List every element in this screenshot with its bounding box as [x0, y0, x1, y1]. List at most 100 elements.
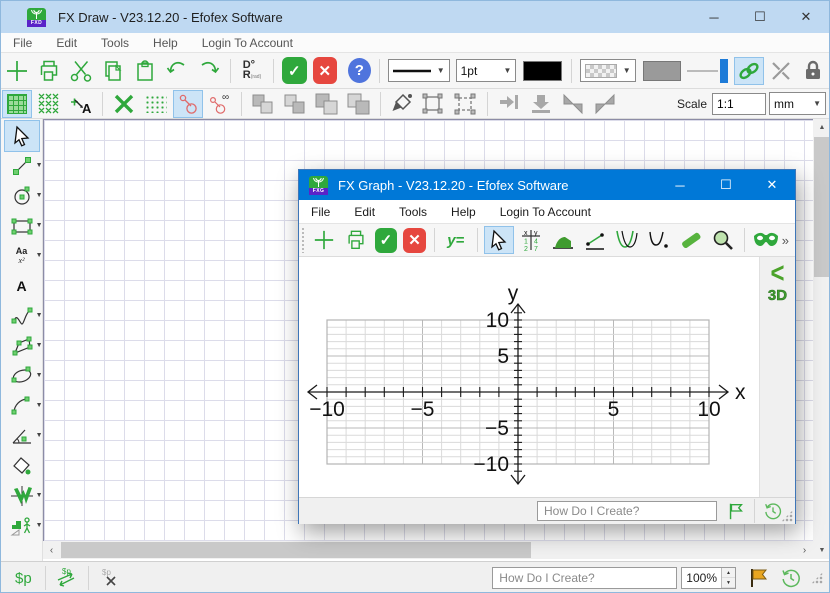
link-styles-button[interactable] — [734, 57, 764, 85]
cut-button[interactable] — [66, 57, 96, 85]
flip-vertical-button[interactable] — [590, 90, 620, 118]
close-button[interactable]: ✕ — [783, 1, 829, 33]
zoom-button[interactable] — [708, 226, 738, 254]
table-of-values-button[interactable]: xy1427 — [516, 226, 546, 254]
resize-grip[interactable] — [811, 572, 823, 584]
dot-grid-button[interactable] — [141, 90, 171, 118]
menu-edit[interactable]: Edit — [342, 205, 387, 219]
refresh-prices-button[interactable]: $p — [52, 564, 82, 592]
select-mode-button[interactable] — [484, 226, 514, 254]
point-plot-button[interactable] — [644, 226, 674, 254]
tool-shapes[interactable]: ▼ — [5, 511, 39, 541]
tool-angle[interactable]: ▼ — [5, 421, 39, 451]
menu-help[interactable]: Help — [439, 205, 488, 219]
zoom-decrease-icon[interactable]: ▼ — [722, 578, 735, 588]
tool-select[interactable] — [5, 121, 39, 151]
tool-graph[interactable]: ▼ — [5, 481, 39, 511]
format-painter-button[interactable] — [387, 90, 417, 118]
menu-login[interactable]: Login To Account — [488, 205, 603, 219]
clear-prices-button[interactable]: $p — [95, 564, 125, 592]
collapse-panel-icon[interactable]: < — [770, 258, 784, 289]
graph-plot-area[interactable]: −10−5510105−5−10yx — [299, 257, 759, 497]
horizontal-scrollbar[interactable]: ‹ › — [43, 541, 813, 559]
opacity-slider-handle[interactable] — [720, 59, 728, 83]
zoom-increase-icon[interactable]: ▲ — [722, 568, 735, 578]
paste-button[interactable] — [130, 57, 160, 85]
scale-input[interactable] — [712, 93, 766, 115]
redo-button[interactable] — [194, 57, 224, 85]
opacity-slider-track[interactable] — [687, 70, 718, 72]
flip-horizontal-button[interactable] — [558, 90, 588, 118]
help-button[interactable]: ? — [348, 58, 371, 83]
vertical-scroll-thumb[interactable] — [814, 137, 830, 277]
tool-ellipse[interactable]: ▼ — [5, 361, 39, 391]
menu-login[interactable]: Login To Account — [190, 36, 305, 50]
line-width-select[interactable]: 1pt▼ — [456, 59, 517, 82]
scroll-left-icon[interactable]: ‹ — [43, 545, 60, 556]
equation-entry-button[interactable]: y= — [441, 226, 471, 254]
scroll-down-icon[interactable]: ▼ — [819, 542, 826, 559]
send-backward-button[interactable] — [280, 90, 310, 118]
maximize-button[interactable]: ☐ — [737, 1, 783, 33]
stroke-color-swatch[interactable] — [523, 61, 561, 81]
tool-rectangle[interactable]: ▼ — [5, 211, 39, 241]
howto-search-input[interactable] — [537, 501, 717, 521]
cancel-button[interactable]: ✕ — [313, 57, 338, 84]
toolbar-overflow-chevron[interactable]: » — [782, 233, 789, 248]
align-bottom-button[interactable] — [526, 90, 556, 118]
send-to-back-button[interactable] — [344, 90, 374, 118]
tool-fill[interactable] — [5, 451, 39, 481]
unlink-styles-button[interactable] — [766, 57, 796, 85]
apply-button[interactable]: ✓ — [282, 57, 307, 84]
new-button[interactable] — [309, 226, 339, 254]
menu-file[interactable]: File — [1, 36, 44, 50]
flag-button[interactable] — [744, 564, 774, 592]
undo-button[interactable] — [162, 57, 192, 85]
history-button[interactable] — [776, 564, 806, 592]
menu-edit[interactable]: Edit — [44, 36, 89, 50]
close-button[interactable]: ✕ — [749, 170, 795, 200]
copy-button[interactable] — [98, 57, 128, 85]
auto-label-button[interactable]: A — [66, 90, 96, 118]
toolbar-grip[interactable] — [301, 227, 305, 253]
horizontal-scroll-thumb[interactable] — [61, 542, 531, 558]
scroll-up-icon[interactable]: ▲ — [819, 119, 826, 136]
highlighter-button[interactable] — [676, 226, 706, 254]
menu-tools[interactable]: Tools — [89, 36, 141, 50]
howto-search-input[interactable] — [492, 567, 677, 589]
snap-infinite-button[interactable]: ∞ — [205, 90, 235, 118]
bring-forward-button[interactable] — [248, 90, 278, 118]
iso-grid-button[interactable] — [34, 90, 64, 118]
fill-pattern-select[interactable]: ▼ — [580, 59, 636, 82]
bring-to-front-button[interactable] — [312, 90, 342, 118]
price-tool-label[interactable]: $p — [15, 570, 32, 587]
print-button[interactable] — [341, 226, 371, 254]
menu-tools[interactable]: Tools — [387, 205, 439, 219]
function-plot-button[interactable] — [612, 226, 642, 254]
tool-equation-text[interactable]: Aax²▼ — [5, 241, 39, 271]
tool-curve[interactable]: ▼ — [5, 301, 39, 331]
print-button[interactable] — [34, 57, 64, 85]
align-right-button[interactable] — [494, 90, 524, 118]
snap-point-button[interactable] — [173, 90, 203, 118]
tool-polygon[interactable]: ▼ — [5, 331, 39, 361]
tool-line[interactable]: ▼ — [5, 151, 39, 181]
zoom-control[interactable]: 100% ▲▼ — [681, 567, 736, 589]
vertical-scrollbar[interactable]: ▲ ▼ — [813, 119, 830, 559]
apply-button[interactable]: ✓ — [375, 228, 398, 253]
cancel-button[interactable]: ✕ — [403, 228, 426, 253]
line-style-select[interactable]: ▼ — [388, 59, 450, 82]
minimize-button[interactable]: ─ — [691, 1, 737, 33]
flag-button[interactable] — [723, 500, 749, 522]
units-select[interactable]: mm▼ — [769, 92, 826, 115]
degrees-radians-toggle[interactable]: D°R(rad) — [237, 57, 267, 85]
minimize-button[interactable]: ─ — [657, 170, 703, 200]
maximize-button[interactable]: ☐ — [703, 170, 749, 200]
fill-color-swatch[interactable] — [643, 61, 681, 81]
menu-help[interactable]: Help — [141, 36, 190, 50]
scroll-right-icon[interactable]: › — [796, 545, 813, 556]
tool-arc[interactable]: ▼ — [5, 391, 39, 421]
delete-points-button[interactable] — [109, 90, 139, 118]
menu-file[interactable]: File — [299, 205, 342, 219]
ungroup-button[interactable] — [451, 90, 481, 118]
